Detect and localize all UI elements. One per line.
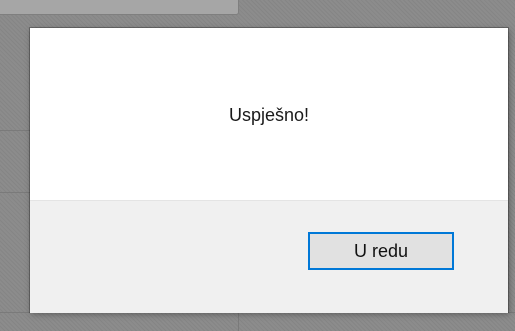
message-dialog: Uspješno! U redu	[30, 28, 508, 313]
background-tab	[0, 0, 239, 15]
dialog-footer: U redu	[30, 200, 508, 313]
dialog-body: Uspješno!	[30, 28, 508, 200]
dialog-message: Uspješno!	[228, 104, 310, 125]
background-divider	[238, 312, 239, 331]
background-divider	[0, 130, 30, 131]
background-divider	[0, 192, 30, 193]
ok-button[interactable]: U redu	[308, 232, 454, 270]
